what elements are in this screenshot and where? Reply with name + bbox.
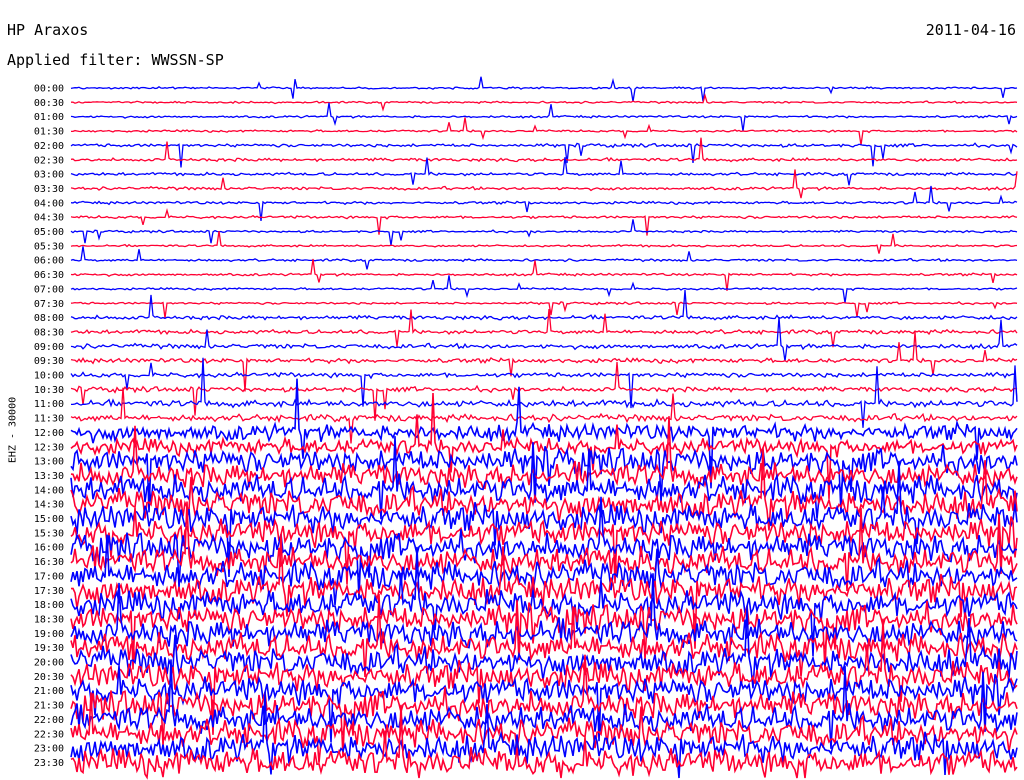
time-tick-label: 20:00 [34, 658, 64, 669]
time-tick-label: 02:00 [34, 141, 64, 152]
trace-line [70, 142, 1018, 168]
time-tick-label: 13:30 [34, 471, 64, 482]
time-tick-label: 18:30 [34, 614, 64, 625]
time-tick-label: 01:00 [34, 112, 64, 123]
time-tick-label: 15:00 [34, 514, 64, 525]
time-tick-label: 11:00 [34, 399, 64, 410]
time-tick-label: 02:30 [34, 155, 64, 166]
trace-line [70, 157, 1018, 186]
time-tick-label: 11:30 [34, 414, 64, 425]
time-tick-label: 09:30 [34, 356, 64, 367]
time-tick-label: 08:00 [34, 313, 64, 324]
time-tick-label: 16:30 [34, 557, 64, 568]
time-tick-label: 01:30 [34, 127, 64, 138]
time-tick-label: 14:00 [34, 485, 64, 496]
time-tick-label: 19:00 [34, 629, 64, 640]
time-tick-label: 17:00 [34, 571, 64, 582]
trace-line [70, 246, 1018, 270]
trace-line [71, 93, 1018, 112]
time-tick-label: 08:30 [34, 327, 64, 338]
time-tick-label: 20:30 [34, 672, 64, 683]
time-tick-label: 09:00 [34, 342, 64, 353]
trace-line [70, 316, 1018, 362]
trace-line [70, 76, 1018, 102]
time-tick-label: 05:30 [34, 241, 64, 252]
time-tick-label: 14:30 [34, 500, 64, 511]
time-tick-label: 00:30 [34, 98, 64, 109]
time-tick-label: 03:30 [34, 184, 64, 195]
trace-line [70, 308, 1018, 348]
time-tick-label: 19:30 [34, 643, 64, 654]
time-tick-label: 07:00 [34, 284, 64, 295]
trace-line [70, 185, 1018, 221]
helicorder-plot: 00:00 00:30 01:00 01:30 02:00 02:30 03:00 03:30… [34, 76, 1018, 780]
time-tick-label: 21:00 [34, 686, 64, 697]
time-tick-label: 18:00 [34, 600, 64, 611]
time-tick-label: 00:00 [34, 84, 64, 95]
time-tick-label: 10:30 [34, 385, 64, 396]
trace-line [71, 117, 1018, 146]
time-tick-label: 17:30 [34, 586, 64, 597]
time-tick-label: 04:30 [34, 213, 64, 224]
time-tick-label: 10:00 [34, 371, 64, 382]
time-tick-label: 23:00 [34, 744, 64, 755]
time-tick-label: 22:30 [34, 729, 64, 740]
time-tick-label: 23:30 [34, 758, 64, 769]
trace-line [70, 289, 1018, 321]
trace-line [70, 258, 1018, 291]
time-tick-label: 22:00 [34, 715, 64, 726]
trace-line [70, 392, 1018, 499]
trace-line [70, 300, 1018, 319]
time-tick-label: 12:30 [34, 442, 64, 453]
time-tick-label: 07:30 [34, 299, 64, 310]
trace-line [70, 275, 1018, 303]
trace-line [70, 102, 1018, 132]
time-tick-label: 03:00 [34, 170, 64, 181]
time-tick-label: 06:30 [34, 270, 64, 281]
time-tick-label: 05:00 [34, 227, 64, 238]
trace-line [70, 219, 1018, 246]
time-tick-label: 12:00 [34, 428, 64, 439]
time-tick-label: 06:00 [34, 256, 64, 267]
time-tick-label: 04:00 [34, 198, 64, 209]
time-tick-label: 21:30 [34, 701, 64, 712]
time-tick-label: 15:30 [34, 528, 64, 539]
time-tick-label: 13:00 [34, 457, 64, 468]
trace-line [70, 331, 1018, 392]
time-tick-label: 16:00 [34, 543, 64, 554]
